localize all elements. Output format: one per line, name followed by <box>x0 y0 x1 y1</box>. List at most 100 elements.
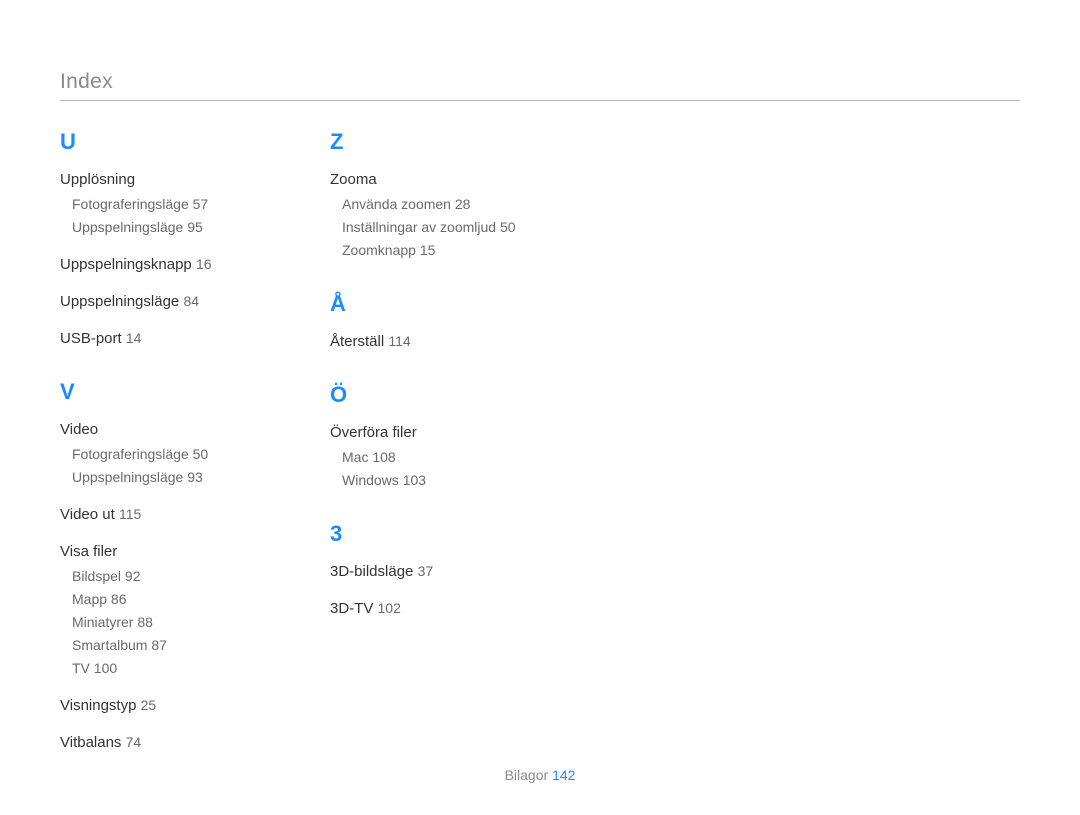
footer-page-number: 142 <box>552 767 575 783</box>
index-entry: VideoFotograferingsläge 50Uppspelningslä… <box>60 419 270 488</box>
subitem-label: Fotograferingsläge <box>72 196 189 212</box>
topic-label: Upplösning <box>60 171 135 188</box>
page-title: Index <box>60 70 1020 94</box>
index-topic: 3D-TV 102 <box>330 598 540 619</box>
subitem-label: Fotograferingsläge <box>72 446 189 462</box>
topic-label: Video <box>60 421 98 438</box>
index-subitem: Windows 103 <box>342 470 540 491</box>
index-subitem: Fotograferingsläge 50 <box>72 444 270 465</box>
subitem-page: 108 <box>372 449 395 465</box>
index-topic: USB-port 14 <box>60 328 270 349</box>
index-section: Ö Överföra filer Mac 108 Windows 103 <box>330 382 540 491</box>
index-entry: Överföra filer Mac 108 Windows 103 <box>330 422 540 491</box>
subitem-page: 87 <box>151 637 167 653</box>
topic-page: 16 <box>196 256 212 272</box>
subitem-page: 103 <box>403 472 426 488</box>
topic-page: 102 <box>378 600 401 616</box>
section-letter: Å <box>330 291 540 317</box>
topic-label: Överföra filer <box>330 424 417 441</box>
subitem-page: 86 <box>111 591 127 607</box>
topic-page: 114 <box>388 333 410 349</box>
topic-page: 14 <box>126 330 142 346</box>
footer-section-label: Bilagor <box>505 767 549 783</box>
index-topic: Återställ 114 <box>330 331 540 352</box>
topic-label: Uppspelningsläge <box>60 293 179 310</box>
subitem-page: 88 <box>137 614 153 630</box>
subitem-page: 50 <box>500 219 516 235</box>
index-entry: Visningstyp 25 <box>60 695 270 716</box>
index-topic: Uppspelningsläge 84 <box>60 291 270 312</box>
subitem-label: Windows <box>342 472 399 488</box>
index-topic: Visa filer <box>60 541 270 562</box>
index-topic: Visningstyp 25 <box>60 695 270 716</box>
topic-label: 3D-TV <box>330 600 373 617</box>
index-subitem: Uppspelningsläge 95 <box>72 217 270 238</box>
topic-page: 84 <box>183 293 199 309</box>
topic-label: USB-port <box>60 330 122 347</box>
topic-page: 74 <box>126 734 142 750</box>
index-subitem: Miniatyrer 88 <box>72 612 270 633</box>
index-entry: Återställ 114 <box>330 331 540 352</box>
index-section: UUpplösningFotograferingsläge 57Uppspeln… <box>60 129 270 349</box>
index-subitem: Smartalbum 87 <box>72 635 270 656</box>
index-entry: Uppspelningsknapp 16 <box>60 254 270 275</box>
index-entry: UpplösningFotograferingsläge 57Uppspelni… <box>60 169 270 238</box>
index-subitem: Zoomknapp 15 <box>342 240 540 261</box>
topic-label: Uppspelningsknapp <box>60 256 192 273</box>
subitem-page: 93 <box>187 469 203 485</box>
subitem-page: 100 <box>94 660 117 676</box>
subitem-page: 28 <box>455 196 471 212</box>
index-section: VVideoFotograferingsläge 50Uppspelningsl… <box>60 379 270 753</box>
topic-page: 115 <box>119 506 141 522</box>
subitem-page: 92 <box>125 568 141 584</box>
index-entry: Vitbalans 74 <box>60 732 270 753</box>
index-subitem: TV 100 <box>72 658 270 679</box>
index-section: Å Återställ 114 <box>330 291 540 352</box>
subitem-label: Bildspel <box>72 568 121 584</box>
section-letter: Z <box>330 129 540 155</box>
topic-label: Video ut <box>60 506 115 523</box>
topic-label: Vitbalans <box>60 734 121 751</box>
index-topic: Vitbalans 74 <box>60 732 270 753</box>
subitem-label: Uppspelningsläge <box>72 219 183 235</box>
section-letter: U <box>60 129 270 155</box>
topic-label: Zooma <box>330 171 377 188</box>
topic-page: 37 <box>418 563 434 579</box>
section-letter: V <box>60 379 270 405</box>
index-column: ZZoomaAnvända zoomen 28Inställningar av … <box>330 129 540 783</box>
subitem-label: Mac <box>342 449 368 465</box>
index-topic: Upplösning <box>60 169 270 190</box>
index-subitem: Använda zoomen 28 <box>342 194 540 215</box>
topic-page: 25 <box>141 697 157 713</box>
subitem-label: Inställningar av zoomljud <box>342 219 496 235</box>
index-subitem: Bildspel 92 <box>72 566 270 587</box>
section-letter: Ö <box>330 382 540 408</box>
index-subitem: Fotograferingsläge 57 <box>72 194 270 215</box>
subitem-label: Använda zoomen <box>342 196 451 212</box>
index-entry: Video ut 115 <box>60 504 270 525</box>
subitem-page: 50 <box>193 446 209 462</box>
index-subitem: Uppspelningsläge 93 <box>72 467 270 488</box>
topic-label: 3D-bildsläge <box>330 563 413 580</box>
index-topic: Uppspelningsknapp 16 <box>60 254 270 275</box>
index-entry: 3D-TV 102 <box>330 598 540 619</box>
subitem-label: TV <box>72 660 90 676</box>
topic-label: Återställ <box>330 333 384 350</box>
index-entry: 3D-bildsläge 37 <box>330 561 540 582</box>
index-page: Index UUpplösningFotograferingsläge 57Up… <box>0 0 1080 815</box>
subitem-label: Miniatyrer <box>72 614 133 630</box>
subitem-page: 57 <box>193 196 209 212</box>
index-entry: Uppspelningsläge 84 <box>60 291 270 312</box>
index-subitem: Inställningar av zoomljud 50 <box>342 217 540 238</box>
index-entry: USB-port 14 <box>60 328 270 349</box>
index-section: 33D-bildsläge 373D-TV 102 <box>330 521 540 619</box>
subitem-label: Zoomknapp <box>342 242 416 258</box>
topic-label: Visa filer <box>60 543 117 560</box>
index-columns: UUpplösningFotograferingsläge 57Uppspeln… <box>60 129 1020 783</box>
index-entry: Visa filerBildspel 92Mapp 86Miniatyrer 8… <box>60 541 270 679</box>
index-column: UUpplösningFotograferingsläge 57Uppspeln… <box>60 129 270 783</box>
index-topic: Överföra filer <box>330 422 540 443</box>
index-subitem: Mapp 86 <box>72 589 270 610</box>
page-footer: Bilagor 142 <box>0 767 1080 783</box>
index-topic: Video <box>60 419 270 440</box>
